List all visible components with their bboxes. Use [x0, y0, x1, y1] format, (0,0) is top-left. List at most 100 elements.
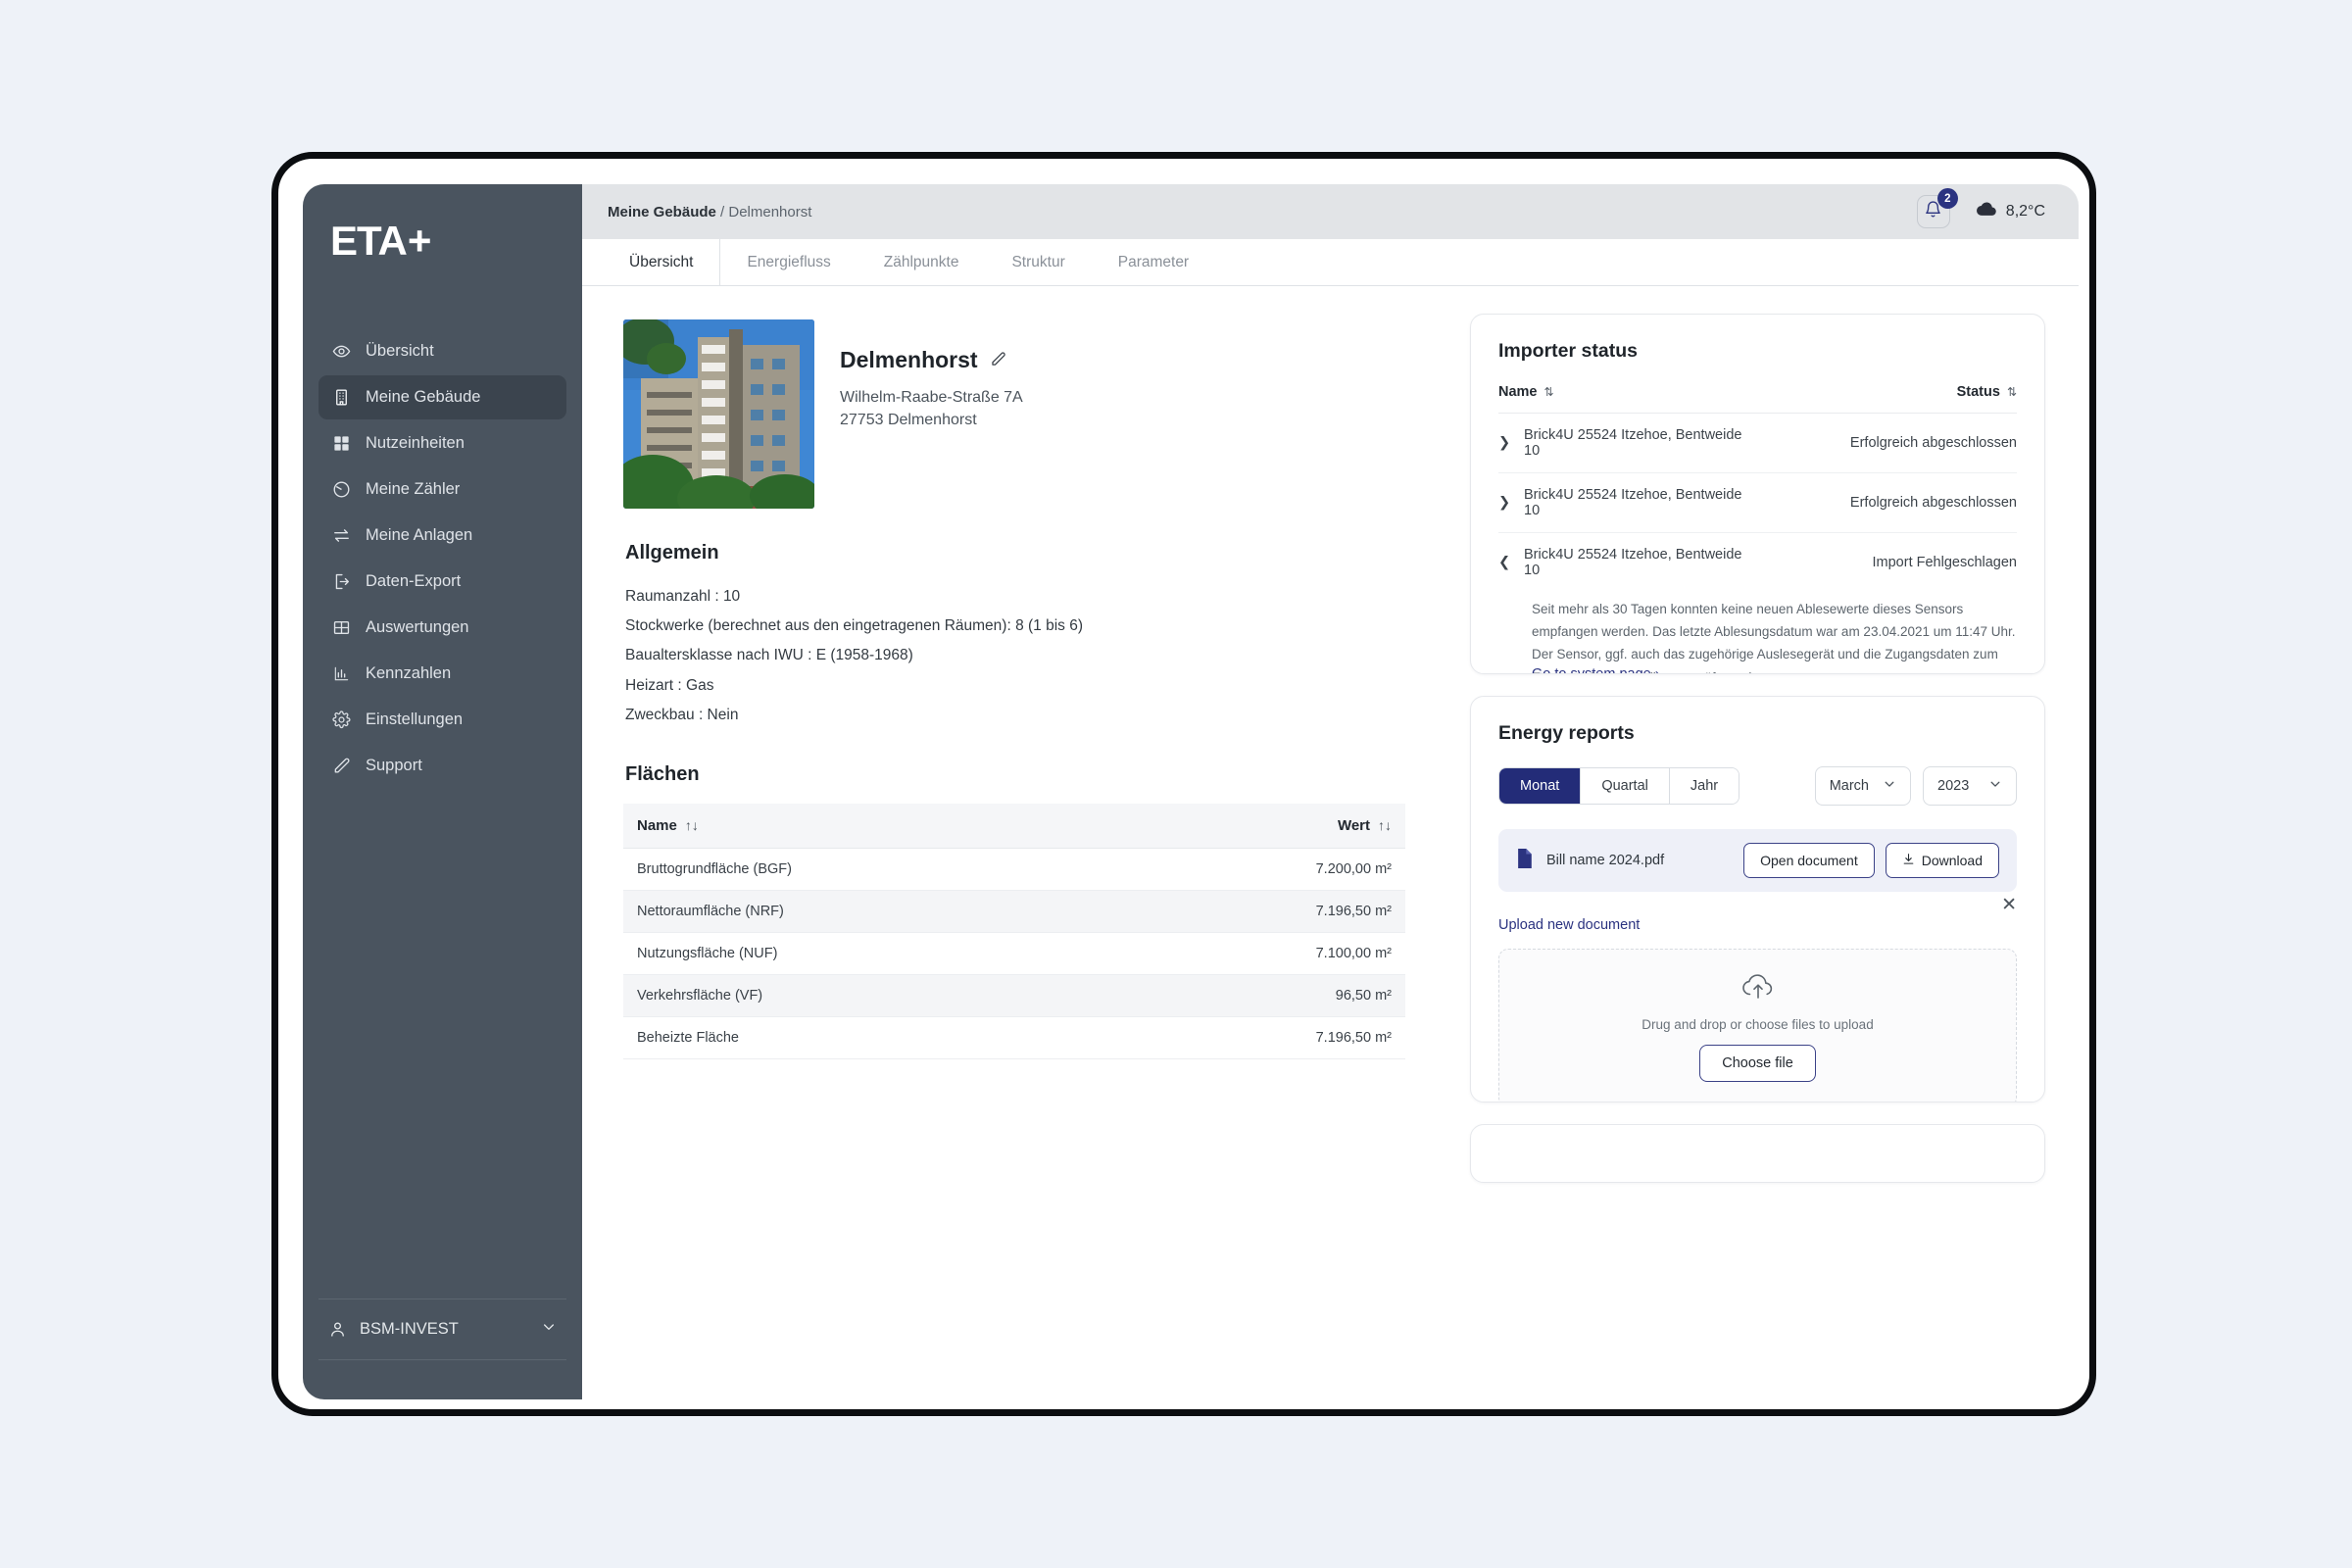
download-button[interactable]: Download: [1885, 843, 1999, 878]
sidebar-item-auswertungen[interactable]: Auswertungen: [318, 606, 566, 650]
app-window: ETA + Übersicht Meine Gebäude Nutzeinheit…: [303, 184, 2079, 1399]
cell-value: 7.100,00 m²: [1122, 932, 1405, 976]
period-segmented-control: Monat Quartal Jahr: [1498, 767, 1740, 805]
sidebar-item-meine-gebaeude[interactable]: Meine Gebäude: [318, 375, 566, 419]
importer-table-body: ❯ Brick4U 25524 Itzehoe, Bentweide 10 Er…: [1498, 413, 2017, 673]
building-icon: [332, 388, 351, 407]
table-row[interactable]: ❯ Brick4U 25524 Itzehoe, Bentweide 10 Er…: [1498, 413, 2017, 473]
sidebar-item-meine-zaehler[interactable]: Meine Zähler: [318, 467, 566, 512]
table-row[interactable]: ❯ Brick4U 25524 Itzehoe, Bentweide 10 Er…: [1498, 472, 2017, 533]
building-header: Delmenhorst Wilhelm-Raabe-Straße 7A 2775…: [623, 319, 1405, 509]
document-row: Bill name 2024.pdf Open document Downloa…: [1498, 829, 2017, 892]
cell-value: 7.196,50 m²: [1122, 890, 1405, 934]
sidebar-item-uebersicht[interactable]: Übersicht: [318, 329, 566, 373]
chevron-down-icon: [541, 1319, 557, 1340]
sidebar-item-label: Übersicht: [366, 342, 434, 360]
cell-name: Brick4U 25524 Itzehoe, Bentweide 10: [1524, 547, 1742, 578]
allgemein-line: Zweckbau : Nein: [625, 706, 739, 723]
month-select[interactable]: March: [1814, 766, 1911, 806]
column-label: Name: [1498, 384, 1538, 400]
account-switcher[interactable]: BSM-INVEST: [318, 1298, 566, 1360]
address-city: 27753 Delmenhorst: [840, 412, 977, 429]
open-document-button[interactable]: Open document: [1743, 843, 1875, 878]
building-name: Delmenhorst: [840, 347, 978, 372]
allgemein-heading: Allgemein: [625, 542, 719, 564]
column-header-status[interactable]: Status ⇅: [1755, 384, 2017, 414]
tab-label: Übersicht: [629, 253, 694, 270]
device-frame: ETA + Übersicht Meine Gebäude Nutzeinheit…: [271, 152, 2096, 1416]
gear-icon: [332, 710, 351, 729]
close-icon[interactable]: ✕: [2001, 896, 2017, 914]
choose-file-button[interactable]: Choose file: [1699, 1045, 1816, 1082]
period-option-jahr[interactable]: Jahr: [1669, 768, 1740, 804]
period-option-quartal[interactable]: Quartal: [1581, 768, 1670, 804]
tab-parameter[interactable]: Parameter: [1092, 239, 1215, 285]
dropzone-text: Drug and drop or choose files to upload: [1642, 1017, 1874, 1032]
file-dropzone[interactable]: Drug and drop or choose files to upload …: [1498, 949, 2017, 1102]
download-icon: [1902, 853, 1915, 868]
year-select[interactable]: 2023: [1923, 766, 2017, 806]
building-details-column: Delmenhorst Wilhelm-Raabe-Straße 7A 2775…: [582, 286, 1445, 1399]
allgemein-line: Baualtersklasse nach IWU : E (1958-1968): [625, 647, 913, 664]
table-header-row: Name ↑↓ Wert ↑↓: [623, 804, 1405, 850]
notifications-button[interactable]: 2: [1916, 188, 1958, 228]
sidebar-item-label: Kennzahlen: [366, 664, 452, 682]
table-row: Beheizte Fläche 7.196,50 m²: [623, 1016, 1405, 1060]
edit-pencil-icon[interactable]: [990, 347, 1006, 373]
sidebar-item-daten-export[interactable]: Daten-Export: [318, 560, 566, 604]
sidebar-item-einstellungen[interactable]: Einstellungen: [318, 698, 566, 742]
chevron-down-icon: [1988, 777, 2002, 795]
main-area: Meine Gebäude / Delmenhorst 2 8,2°C Über…: [582, 184, 2079, 1399]
flaechen-table-head: Name ↑↓ Wert ↑↓: [623, 804, 1405, 850]
breadcrumb-parent[interactable]: Meine Gebäude: [608, 204, 716, 220]
sidebar-item-nutzeinheiten[interactable]: Nutzeinheiten: [318, 421, 566, 466]
tab-zaehlpunkte[interactable]: Zählpunkte: [858, 239, 986, 285]
chevron-down-icon: [1883, 777, 1896, 795]
column-label: Status: [1956, 384, 2000, 400]
status-badge: Import Fehlgeschlagen: [1872, 555, 2018, 570]
sort-icon: ↑↓: [1378, 817, 1392, 834]
column-header-wert[interactable]: Wert ↑↓: [1122, 804, 1405, 850]
temperature-value: 8,2°C: [2005, 203, 2045, 220]
cell-value: 96,50 m²: [1122, 974, 1405, 1018]
document-actions: Open document Download: [1743, 843, 1999, 878]
tab-uebersicht[interactable]: Übersicht: [608, 239, 721, 285]
breadcrumb-separator: /: [720, 203, 725, 220]
page-title: Delmenhorst: [840, 347, 1023, 373]
go-to-system-page-link[interactable]: Go to system page ›: [1532, 666, 1660, 673]
table-row: Nettoraumfläche (NRF) 7.196,50 m²: [623, 890, 1405, 934]
sidebar-item-support[interactable]: Support: [318, 744, 566, 788]
breadcrumb: Meine Gebäude / Delmenhorst: [608, 204, 811, 220]
chevron-right-icon[interactable]: ❯: [1498, 413, 1524, 473]
sidebar-item-label: Meine Gebäude: [366, 388, 481, 406]
column-header-name[interactable]: Name ↑↓: [623, 804, 1123, 850]
sidebar: ETA + Übersicht Meine Gebäude Nutzeinheit…: [303, 184, 582, 1399]
sort-icon: ⇅: [1544, 385, 1554, 399]
cell-name: Nutzungsfläche (NUF): [623, 932, 1123, 976]
tab-energiefluss[interactable]: Energiefluss: [720, 239, 857, 285]
sidebar-item-kennzahlen[interactable]: Kennzahlen: [318, 652, 566, 696]
period-option-monat[interactable]: Monat: [1499, 768, 1582, 804]
building-photo: [623, 319, 814, 509]
notification-badge: 2: [1936, 188, 1958, 209]
month-value: March: [1829, 778, 1869, 794]
transfer-icon: [332, 526, 351, 545]
year-value: 2023: [1937, 778, 1970, 794]
app-logo: ETA +: [303, 218, 582, 265]
sort-icon: ↑↓: [684, 817, 699, 834]
upload-new-document-link[interactable]: Upload new document: [1498, 917, 1640, 933]
account-label: BSM-INVEST: [360, 1320, 459, 1338]
cell-name: Bruttogrundfläche (BGF): [623, 848, 1123, 892]
column-header-name[interactable]: Name ⇅: [1498, 384, 1756, 414]
document-name: Bill name 2024.pdf: [1546, 853, 1665, 868]
cloud-icon: [1976, 202, 1997, 221]
sidebar-item-label: Support: [366, 757, 422, 774]
importer-table: Name ⇅ Status ⇅ ❯ Brick4U 25524 Itzehoe, B…: [1498, 384, 2017, 673]
importer-table-head: Name ⇅ Status ⇅: [1498, 384, 2017, 414]
chevron-right-icon[interactable]: ❯: [1498, 472, 1524, 533]
table-row[interactable]: ❮ Brick4U 25524 Itzehoe, Bentweide 10 Im…: [1498, 533, 2017, 593]
chevron-down-icon[interactable]: ❮: [1498, 533, 1524, 593]
table-row-detail: Seit mehr als 30 Tagen konnten keine neu…: [1498, 592, 2017, 673]
sidebar-item-meine-anlagen[interactable]: Meine Anlagen: [318, 514, 566, 558]
tab-struktur[interactable]: Struktur: [985, 239, 1091, 285]
